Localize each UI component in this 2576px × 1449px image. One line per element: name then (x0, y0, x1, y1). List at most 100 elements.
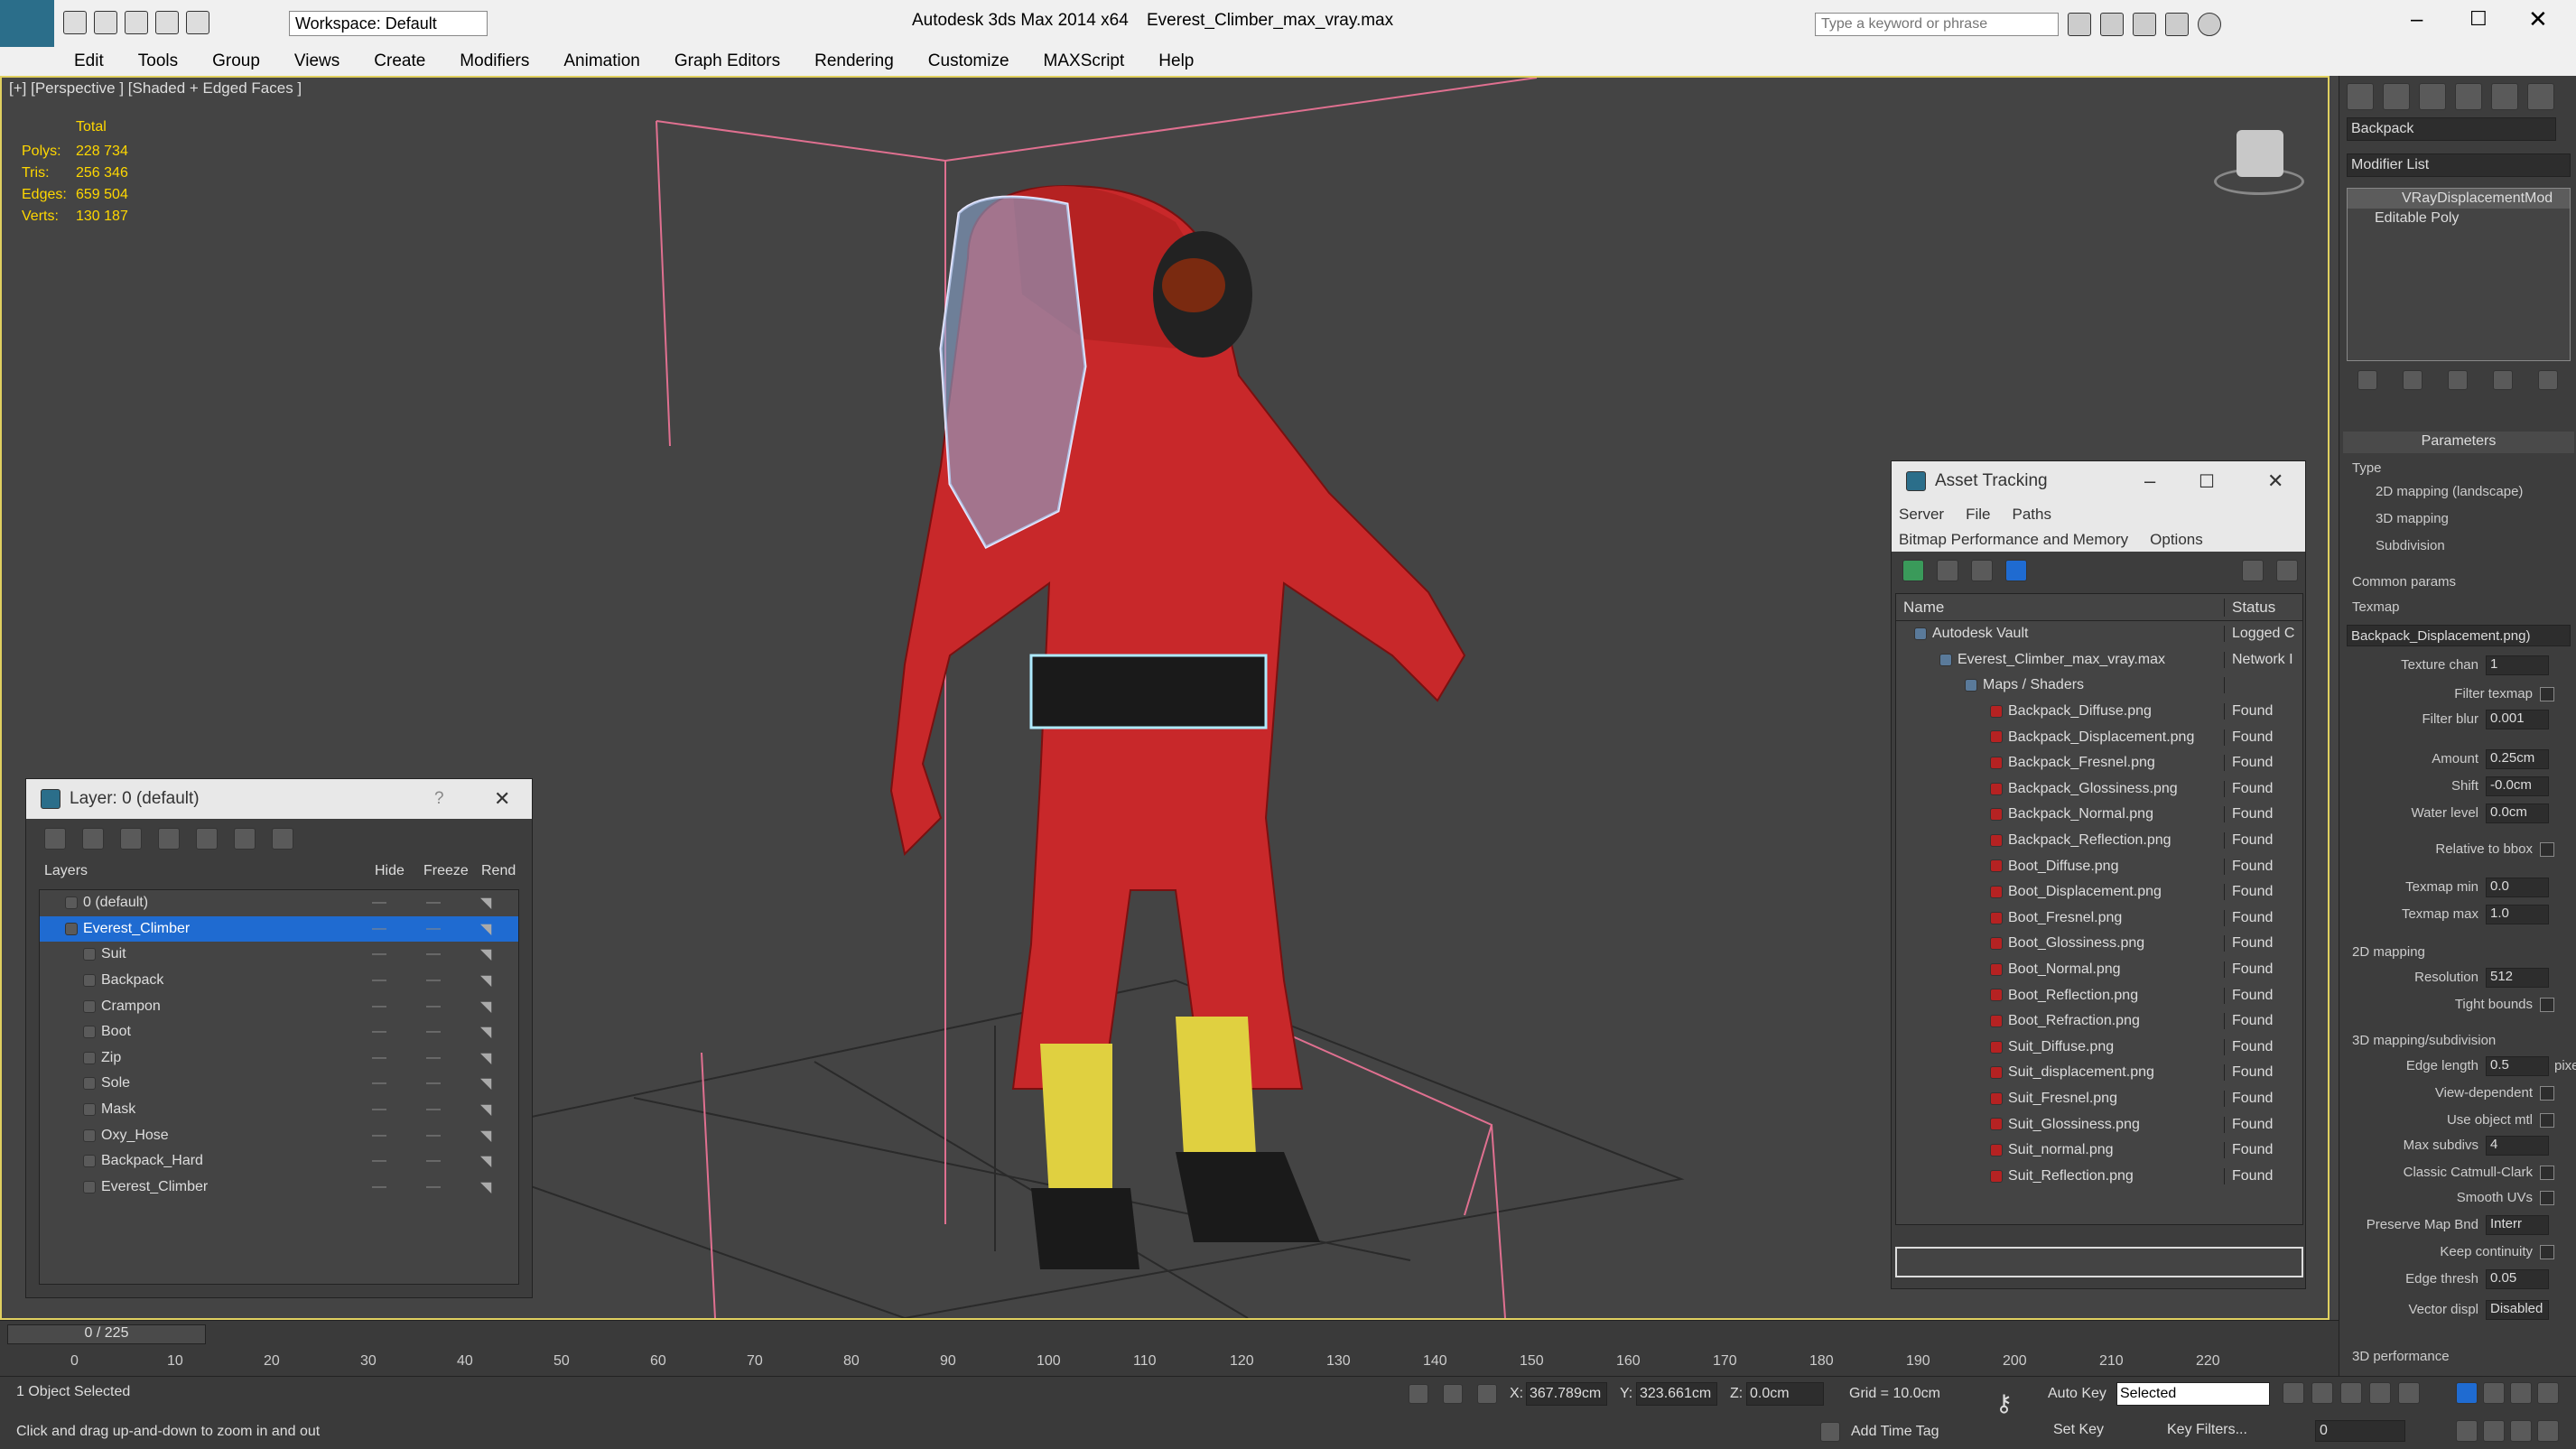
menu-modifiers[interactable]: Modifiers (460, 51, 529, 71)
col-render[interactable]: Rend (481, 863, 516, 879)
use-object-mtl-checkbox[interactable] (2540, 1113, 2554, 1128)
asset-menu-options[interactable]: Options (2150, 531, 2203, 549)
asset-help-icon[interactable] (2242, 560, 2264, 581)
play-icon[interactable] (2340, 1382, 2362, 1404)
asset-row[interactable]: Boot_Diffuse.png Found (1896, 853, 2302, 879)
open-file-icon[interactable] (94, 11, 117, 34)
close-icon[interactable]: ✕ (2528, 5, 2548, 33)
filter-blur-spinner[interactable]: 0.001 (2486, 710, 2549, 729)
col-layers[interactable]: Layers (44, 863, 375, 879)
freeze-toggle[interactable]: — (426, 999, 480, 1015)
configure-sets-icon[interactable] (2538, 370, 2558, 390)
texmap-button[interactable]: Backpack_Displacement.png) (2347, 625, 2571, 646)
freeze-toggle[interactable]: — (426, 1050, 480, 1066)
refresh-icon[interactable] (1902, 560, 1924, 581)
asset-row[interactable]: Suit_Glossiness.png Found (1896, 1111, 2302, 1138)
asset-row[interactable]: Suit_Fresnel.png Found (1896, 1086, 2302, 1112)
asset-row[interactable]: Autodesk Vault Logged C (1896, 621, 2302, 647)
make-unique-icon[interactable] (2448, 370, 2468, 390)
motion-tab-icon[interactable] (2455, 83, 2482, 110)
asset-row[interactable]: Everest_Climber_max_vray.max Network I (1896, 647, 2302, 673)
render-toggle-icon[interactable]: ◥ (480, 998, 491, 1016)
hide-toggle[interactable]: — (372, 1101, 426, 1118)
selected-dropdown[interactable]: Selected (2116, 1382, 2270, 1406)
asset-row[interactable]: Suit_Reflection.png Found (1896, 1163, 2302, 1189)
layer-row[interactable]: Sole — — ◥ (40, 1071, 518, 1097)
shift-spinner[interactable]: -0.0cm (2486, 776, 2549, 796)
smooth-uvs-checkbox[interactable] (2540, 1191, 2554, 1205)
texmap-max-spinner[interactable]: 1.0 (2486, 905, 2549, 924)
menu-group[interactable]: Group (212, 51, 260, 71)
freeze-toggle[interactable]: — (426, 972, 480, 989)
asset-row[interactable]: Suit_normal.png Found (1896, 1138, 2302, 1164)
menu-help[interactable]: Help (1158, 51, 1194, 71)
hide-toggle[interactable]: — (372, 1153, 426, 1169)
select-objects-icon[interactable] (158, 828, 180, 850)
asset-row[interactable]: Backpack_Fresnel.png Found (1896, 750, 2302, 776)
search-input[interactable] (1815, 13, 2059, 36)
max-subdivs-spinner[interactable]: 4 (2486, 1136, 2549, 1156)
freeze-toggle[interactable]: — (426, 1024, 480, 1040)
menu-create[interactable]: Create (374, 51, 425, 71)
layer-list[interactable]: 0 (default) — — ◥ Everest_Climber — — ◥ Suit — — ◥ B… (39, 889, 519, 1285)
display-tab-icon[interactable] (2491, 83, 2518, 110)
go-to-end-icon[interactable] (2398, 1382, 2420, 1404)
preserve-map-spinner[interactable]: Interr (2486, 1215, 2549, 1235)
remove-modifier-icon[interactable] (2493, 370, 2513, 390)
type-2d-mapping[interactable]: 2D mapping (landscape) (2376, 484, 2523, 499)
object-name-field[interactable]: Backpack (2347, 117, 2556, 141)
asset-path-field[interactable] (1895, 1247, 2303, 1277)
asset-maximize-icon[interactable]: ☐ (2199, 470, 2215, 493)
modifier-list-dropdown[interactable]: Modifier List (2347, 153, 2571, 177)
asset-menu-server[interactable]: Server (1899, 506, 1944, 524)
parameters-rollout[interactable]: Parameters (2343, 432, 2574, 453)
highlight-layer-icon[interactable] (196, 828, 218, 850)
asset-row[interactable]: Boot_Glossiness.png Found (1896, 931, 2302, 957)
col-status[interactable]: Status (2225, 599, 2275, 617)
add-time-tag[interactable]: Add Time Tag (1851, 1424, 1939, 1440)
render-toggle-icon[interactable]: ◥ (480, 1049, 491, 1067)
asset-row[interactable]: Boot_Refraction.png Found (1896, 1008, 2302, 1035)
render-toggle-icon[interactable]: ◥ (480, 1101, 491, 1119)
asset-titlebar[interactable]: Asset Tracking – ☐ ✕ (1892, 461, 2305, 501)
absolute-mode-icon[interactable] (1477, 1384, 1497, 1404)
layer-panel-titlebar[interactable]: Layer: 0 (default) ? ✕ (26, 779, 532, 819)
lock-selection-icon[interactable] (1443, 1384, 1463, 1404)
new-file-icon[interactable] (63, 11, 87, 34)
freeze-toggle[interactable]: — (426, 921, 480, 937)
isolate-icon[interactable] (1409, 1384, 1428, 1404)
asset-row[interactable]: Backpack_Glossiness.png Found (1896, 776, 2302, 803)
freeze-toggle[interactable]: — (426, 1128, 480, 1144)
next-frame-icon[interactable] (2369, 1382, 2391, 1404)
amount-spinner[interactable]: 0.25cm (2486, 749, 2549, 769)
render-toggle-icon[interactable]: ◥ (480, 1178, 491, 1196)
asset-row[interactable]: Suit_Diffuse.png Found (1896, 1035, 2302, 1061)
thumbnail-view-icon[interactable] (1971, 560, 1993, 581)
menu-graph-editors[interactable]: Graph Editors (674, 51, 780, 71)
layer-row[interactable]: Everest_Climber — — ◥ (40, 1175, 518, 1201)
texture-chan-spinner[interactable]: 1 (2486, 655, 2549, 675)
time-tag-icon[interactable] (1820, 1422, 1840, 1442)
asset-row[interactable]: Boot_Reflection.png Found (1896, 982, 2302, 1008)
relative-bbox-checkbox[interactable] (2540, 842, 2554, 857)
go-to-start-icon[interactable] (2283, 1382, 2304, 1404)
asset-minimize-icon[interactable]: – (2144, 469, 2155, 493)
asset-row[interactable]: Backpack_Displacement.png Found (1896, 724, 2302, 750)
layer-row[interactable]: Crampon — — ◥ (40, 993, 518, 1019)
hide-toggle[interactable]: — (372, 972, 426, 989)
freeze-toggle[interactable]: — (426, 946, 480, 962)
water-level-spinner[interactable]: 0.0cm (2486, 803, 2549, 823)
orbit-icon[interactable] (2510, 1420, 2532, 1442)
type-subdivision[interactable]: Subdivision (2376, 538, 2445, 553)
asset-row[interactable]: Maps / Shaders (1896, 673, 2302, 699)
timeline-ruler[interactable]: 0 10 20 30 40 50 60 70 80 90 100 110 120 130 140 150 160… (70, 1351, 2310, 1375)
asset-row[interactable]: Boot_Displacement.png Found (1896, 879, 2302, 906)
subscription-icon[interactable] (2100, 13, 2124, 36)
key-filters-button[interactable]: Key Filters... (2167, 1422, 2247, 1438)
freeze-toggle[interactable]: — (426, 1179, 480, 1195)
menu-rendering[interactable]: Rendering (814, 51, 894, 71)
app-logo-icon[interactable] (0, 0, 54, 47)
maximize-icon[interactable]: ☐ (2469, 7, 2488, 31)
redo-icon[interactable] (186, 11, 209, 34)
layer-row[interactable]: Zip — — ◥ (40, 1045, 518, 1072)
